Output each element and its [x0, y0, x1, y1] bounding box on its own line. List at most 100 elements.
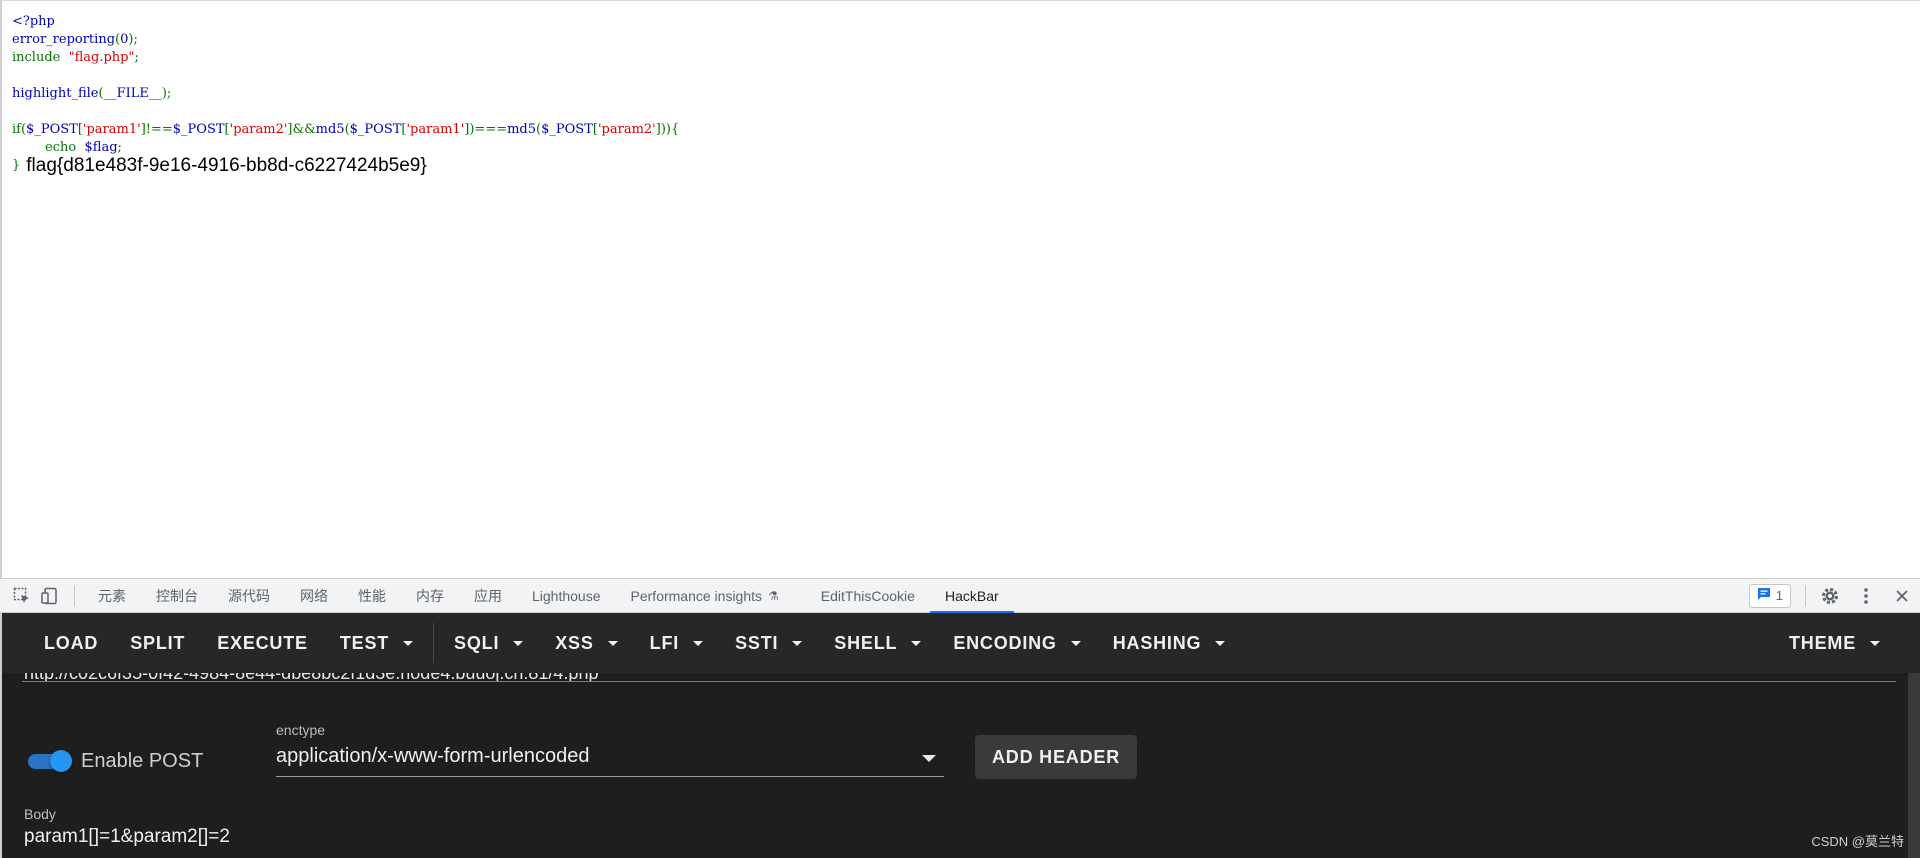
tab-label: EditThisCookie — [820, 587, 915, 604]
theme-menu-button[interactable]: THEME — [1773, 613, 1896, 673]
code-token: echo — [12, 140, 81, 155]
code-token: ; — [117, 140, 122, 155]
code-token: ); — [161, 86, 172, 101]
tab-label: 应用 — [474, 587, 502, 604]
caret-down-icon — [693, 640, 704, 646]
url-field[interactable]: http://c02c6f35-0f42-4984-8e44-dbe8bc2f1… — [22, 673, 1896, 682]
more-options-icon[interactable] — [1848, 579, 1884, 613]
tab-memory[interactable]: 内存 — [401, 579, 459, 613]
code-token: $_POST — [349, 122, 402, 137]
add-header-button[interactable]: ADD HEADER — [975, 735, 1137, 779]
xss-menu-button[interactable]: XSS — [539, 613, 633, 673]
execute-label: EXECUTE — [217, 632, 308, 653]
tab-network[interactable]: 网络 — [285, 579, 343, 613]
tab-label: 控制台 — [156, 587, 198, 604]
test-menu-button[interactable]: TEST — [324, 613, 429, 673]
code-token: __FILE__ — [103, 86, 162, 101]
tab-lighthouse[interactable]: Lighthouse — [517, 579, 616, 613]
sqli-menu-button[interactable]: SQLI — [438, 613, 539, 673]
split-button[interactable]: SPLIT — [114, 613, 201, 673]
code-token: 'param1' — [82, 122, 141, 137]
code-line: error_reporting(0); — [12, 31, 679, 49]
inspect-element-icon[interactable] — [8, 579, 36, 613]
issues-badge[interactable]: 1 — [1748, 583, 1791, 608]
code-token: ])){ — [655, 122, 680, 137]
code-token: ]&& — [287, 122, 316, 137]
gear-icon[interactable] — [1812, 579, 1848, 613]
toolbar-divider — [74, 585, 75, 606]
caret-down-icon — [403, 640, 414, 646]
toolbar-divider — [1805, 585, 1806, 606]
hackbar-panel: http://c02c6f35-0f42-4984-8e44-dbe8bc2f1… — [0, 673, 1920, 858]
encoding-menu-button[interactable]: ENCODING — [937, 613, 1096, 673]
test-label: TEST — [339, 632, 390, 653]
execute-button[interactable]: EXECUTE — [201, 613, 324, 673]
tab-application[interactable]: 应用 — [459, 579, 517, 613]
url-field-value: http://c02c6f35-0f42-4984-8e44-dbe8bc2f1… — [24, 673, 598, 681]
toolbar-divider — [433, 623, 435, 663]
code-token: ); — [128, 32, 138, 47]
sqli-label: SQLI — [454, 632, 500, 653]
flag-output: flag{d81e483f-9e16-4916-bb8d-c6227424b5e… — [26, 155, 427, 176]
tab-performance[interactable]: 性能 — [343, 579, 401, 613]
code-line: include "flag.php"; — [12, 49, 679, 67]
body-label: Body — [24, 806, 56, 822]
code-token: } — [12, 158, 21, 173]
code-line: } flag{d81e483f-9e16-4916-bb8d-c6227424b5… — [12, 155, 679, 179]
code-token: highlight_file — [12, 86, 99, 101]
tab-editthiscookie[interactable]: EditThisCookie — [806, 579, 930, 613]
enable-post-toggle[interactable] — [26, 745, 72, 777]
close-icon[interactable] — [1884, 579, 1920, 613]
code-line: highlight_file(__FILE__); — [12, 85, 679, 103]
hashing-menu-button[interactable]: HASHING — [1097, 613, 1242, 673]
xss-label: XSS — [555, 632, 594, 653]
chevron-down-icon — [922, 755, 936, 762]
code-token: ; — [134, 50, 139, 65]
code-token: $_POST — [172, 122, 225, 137]
caret-down-icon — [1070, 640, 1081, 646]
code-token: "flag.php" — [64, 50, 135, 65]
message-icon — [1757, 587, 1771, 604]
panel-scrollbar[interactable] — [1908, 673, 1920, 858]
code-token: if( — [12, 122, 27, 137]
code-line: <?php — [12, 13, 679, 31]
code-token: include — [12, 50, 65, 65]
tab-label: Lighthouse — [532, 587, 601, 604]
load-button[interactable]: LOAD — [28, 613, 114, 673]
experiment-flask-icon: ⚗ — [768, 588, 779, 603]
caret-down-icon — [1215, 640, 1226, 646]
devtools-tabs: 元素 控制台 源代码 网络 性能 内存 应用 Lighthouse Performance in… — [83, 579, 1014, 613]
caret-down-icon — [513, 640, 524, 646]
tab-console[interactable]: 控制台 — [141, 579, 213, 613]
tab-label: 源代码 — [228, 587, 270, 604]
ssti-menu-button[interactable]: SSTI — [719, 613, 818, 673]
code-token: error_reporting — [12, 32, 116, 47]
lfi-menu-button[interactable]: LFI — [634, 613, 719, 673]
ssti-label: SSTI — [735, 632, 779, 653]
tab-sources[interactable]: 源代码 — [213, 579, 285, 613]
split-label: SPLIT — [130, 632, 186, 653]
enctype-select[interactable]: application/x-www-form-urlencoded — [276, 740, 944, 777]
device-toolbar-icon[interactable] — [36, 579, 64, 613]
body-field[interactable]: param1[]=1&param2[]=2 — [24, 826, 230, 848]
tab-label: 内存 — [416, 587, 444, 604]
tab-hackbar[interactable]: HackBar — [929, 579, 1014, 613]
code-token: md5 — [315, 122, 345, 137]
theme-label: THEME — [1789, 632, 1856, 653]
php-source-code: <?php error_reporting(0); include "flag.ph… — [12, 13, 679, 179]
enctype-label: enctype — [276, 722, 326, 738]
lfi-label: LFI — [649, 632, 680, 653]
code-token: <?php — [12, 14, 55, 29]
tab-elements[interactable]: 元素 — [83, 579, 141, 613]
caret-down-icon — [792, 640, 803, 646]
code-token: md5 — [507, 122, 537, 137]
code-token: $_POST — [541, 122, 593, 137]
code-token: 'param1' — [406, 122, 465, 137]
enctype-selected-value: application/x-www-form-urlencoded — [276, 745, 590, 767]
code-token: 'param2' — [229, 122, 288, 137]
encoding-label: ENCODING — [953, 632, 1057, 653]
toggle-knob — [50, 750, 72, 772]
tab-performance-insights[interactable]: Performance insights ⚗ — [616, 579, 794, 613]
shell-menu-button[interactable]: SHELL — [818, 613, 937, 673]
